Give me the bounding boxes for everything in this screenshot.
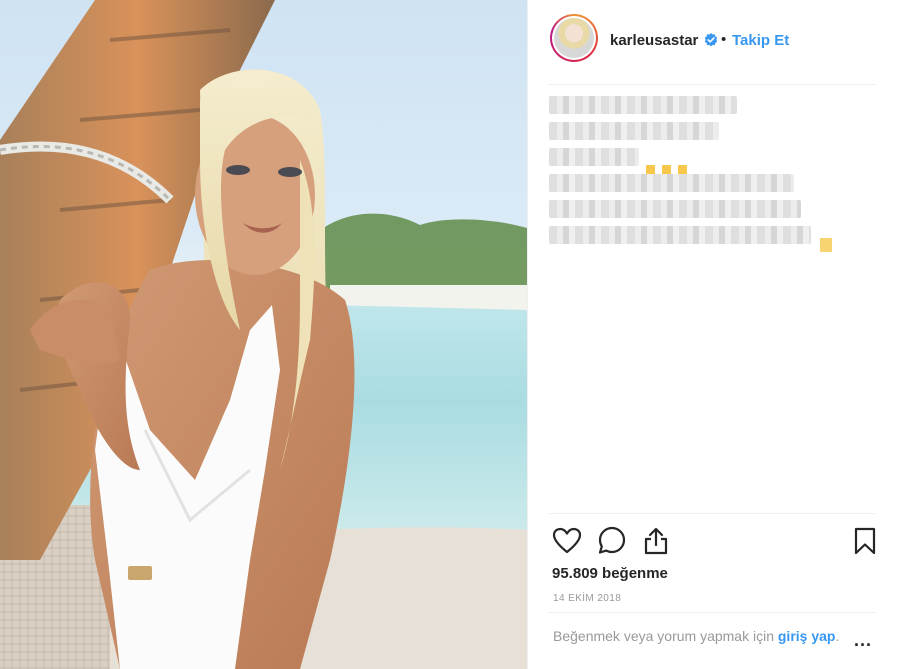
avatar-image (554, 18, 594, 58)
login-prompt: Beğenmek veya yorum yapmak için giriş ya… (553, 626, 843, 646)
caption-emoji-end (820, 238, 832, 252)
post-photo[interactable] (0, 0, 527, 669)
more-options-icon[interactable]: ... (854, 630, 872, 651)
verified-badge-icon (704, 33, 718, 47)
login-suffix: . (835, 628, 840, 644)
login-divider (548, 612, 876, 613)
post-header: karleusastar • Takip Et (528, 0, 900, 84)
action-bar (549, 522, 879, 556)
vertical-divider (527, 0, 528, 669)
caption-blurred (549, 96, 869, 252)
login-link[interactable]: giriş yap (778, 628, 836, 644)
heart-icon[interactable] (551, 525, 583, 557)
actions-divider (548, 513, 876, 514)
comment-icon[interactable] (596, 525, 628, 557)
username[interactable]: karleusastar (610, 32, 698, 49)
header-divider (548, 84, 876, 85)
post-date[interactable]: 14 EKİM 2018 (553, 593, 621, 604)
avatar[interactable] (550, 14, 598, 62)
separator-dot: • (721, 31, 727, 48)
caption-emoji (646, 161, 694, 179)
share-icon[interactable] (640, 525, 672, 557)
like-count[interactable]: 95.809 beğenme (552, 565, 668, 582)
bookmark-icon[interactable] (849, 525, 881, 557)
login-prompt-text: Beğenmek veya yorum yapmak için (553, 628, 778, 644)
follow-button[interactable]: Takip Et (732, 32, 789, 49)
photo-illustration (0, 0, 527, 669)
